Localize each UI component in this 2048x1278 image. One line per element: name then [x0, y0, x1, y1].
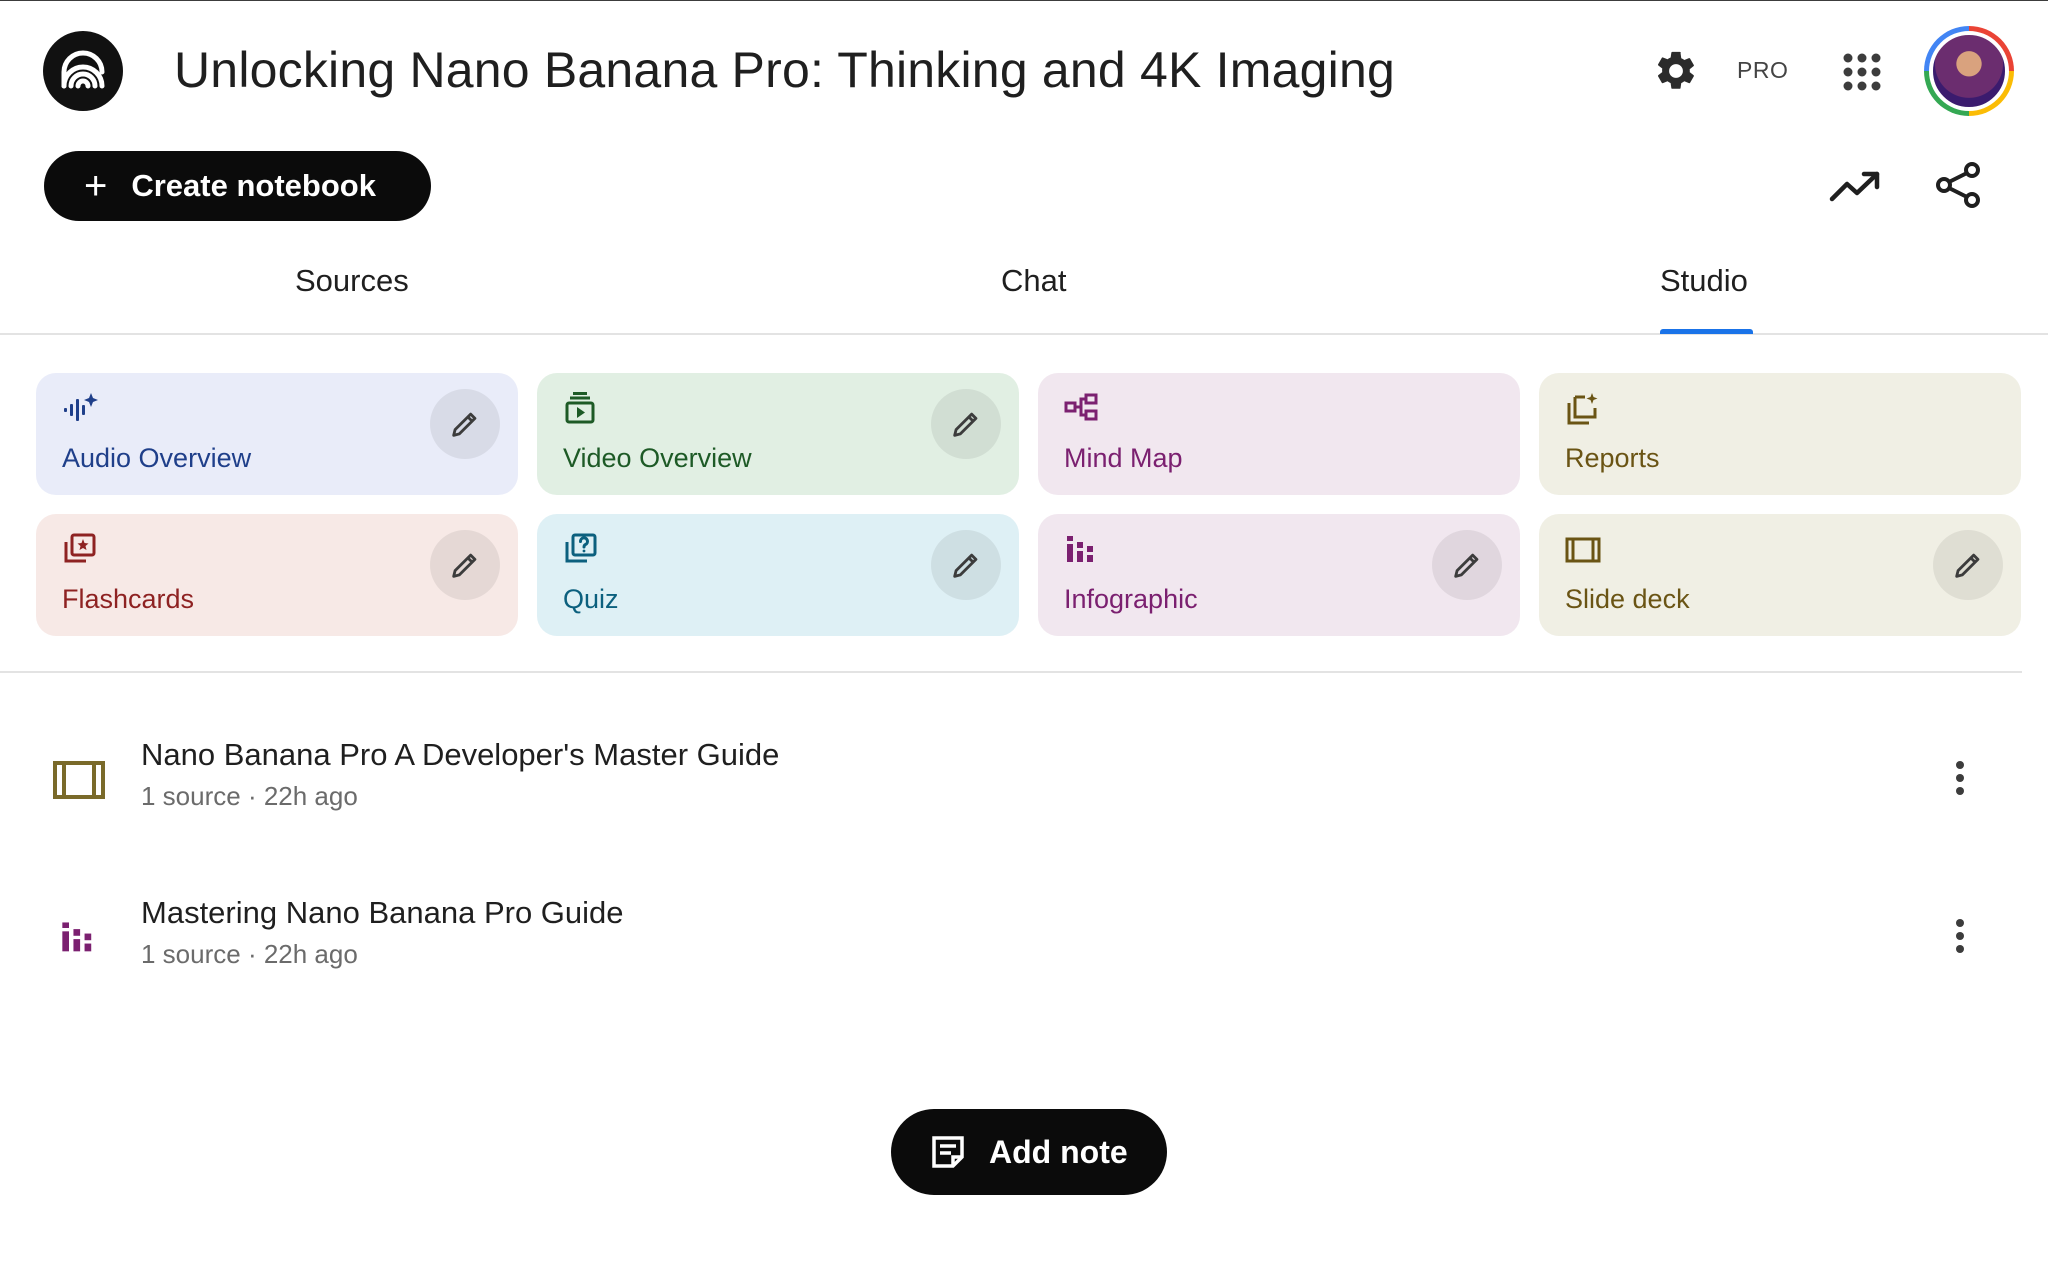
note-meta: 1 source · 22h ago	[141, 781, 358, 811]
studio-card-audio-overview[interactable]: Audio Overview	[36, 373, 518, 495]
studio-panel: Unlocking Nano Banana Pro: Thinking and …	[0, 0, 2048, 1278]
tab-sources[interactable]: Sources	[295, 263, 409, 299]
edit-pencil-icon[interactable]	[931, 530, 1001, 600]
edit-pencil-icon[interactable]	[430, 530, 500, 600]
audio-waveform-icon	[62, 391, 98, 427]
share-icon[interactable]	[1932, 159, 1984, 211]
studio-card-mind-map[interactable]: Mind Map	[1038, 373, 1520, 495]
panel-tabs: Sources Chat Studio	[0, 241, 2048, 335]
plan-badge: PRO	[1737, 57, 1789, 83]
flashcards-icon	[62, 532, 98, 568]
edit-pencil-icon[interactable]	[931, 389, 1001, 459]
gear-icon[interactable]	[1652, 47, 1700, 95]
card-label: Quiz	[563, 584, 619, 614]
card-label: Slide deck	[1565, 584, 1690, 614]
tab-chat[interactable]: Chat	[1001, 263, 1066, 299]
note-meta: 1 source · 22h ago	[141, 939, 358, 969]
studio-card-reports[interactable]: Reports	[1539, 373, 2021, 495]
card-label: Flashcards	[62, 584, 195, 614]
more-vert-icon[interactable]	[1940, 913, 1980, 959]
note-item[interactable]: Nano Banana Pro A Developer's Master Gui…	[0, 727, 2048, 837]
note-item[interactable]: Mastering Nano Banana Pro Guide 1 source…	[0, 885, 2048, 995]
mind-map-icon	[1064, 391, 1100, 427]
studio-card-flashcards[interactable]: Flashcards	[36, 514, 518, 636]
note-icon	[929, 1133, 967, 1171]
reports-icon	[1565, 391, 1601, 427]
avatar-photo	[1929, 31, 2009, 111]
section-divider	[0, 671, 2022, 673]
add-note-label: Add note	[989, 1133, 1128, 1170]
studio-card-infographic[interactable]: Infographic	[1038, 514, 1520, 636]
slide-deck-icon	[52, 753, 106, 807]
apps-grid-icon[interactable]	[1839, 49, 1885, 95]
infographic-icon	[52, 911, 106, 965]
video-player-icon	[563, 391, 599, 427]
note-title: Mastering Nano Banana Pro Guide	[141, 895, 624, 930]
notebook-title[interactable]: Unlocking Nano Banana Pro: Thinking and …	[174, 41, 1395, 99]
edit-pencil-icon[interactable]	[430, 389, 500, 459]
user-avatar[interactable]	[1924, 26, 2014, 116]
active-tab-indicator	[1660, 329, 1753, 334]
trending-up-icon[interactable]	[1826, 161, 1886, 211]
note-title: Nano Banana Pro A Developer's Master Gui…	[141, 737, 780, 772]
studio-card-video-overview[interactable]: Video Overview	[537, 373, 1019, 495]
edit-pencil-icon[interactable]	[1933, 530, 2003, 600]
card-label: Audio Overview	[62, 443, 252, 473]
slide-deck-icon	[1565, 532, 1601, 568]
infographic-icon	[1064, 532, 1100, 568]
studio-card-quiz[interactable]: Quiz	[537, 514, 1019, 636]
create-notebook-label: Create notebook	[131, 168, 376, 203]
notebooklm-logo-icon[interactable]	[43, 31, 123, 111]
card-label: Mind Map	[1064, 443, 1183, 473]
create-notebook-button[interactable]: + Create notebook	[44, 151, 431, 221]
card-label: Infographic	[1064, 584, 1198, 614]
more-vert-icon[interactable]	[1940, 755, 1980, 801]
add-note-button[interactable]: Add note	[891, 1109, 1167, 1195]
plus-icon: +	[84, 164, 108, 208]
quiz-icon	[563, 532, 599, 568]
studio-card-slide-deck[interactable]: Slide deck	[1539, 514, 2021, 636]
card-label: Video Overview	[563, 443, 752, 473]
card-label: Reports	[1565, 443, 1660, 473]
tab-studio[interactable]: Studio	[1660, 263, 1748, 299]
edit-pencil-icon[interactable]	[1432, 530, 1502, 600]
